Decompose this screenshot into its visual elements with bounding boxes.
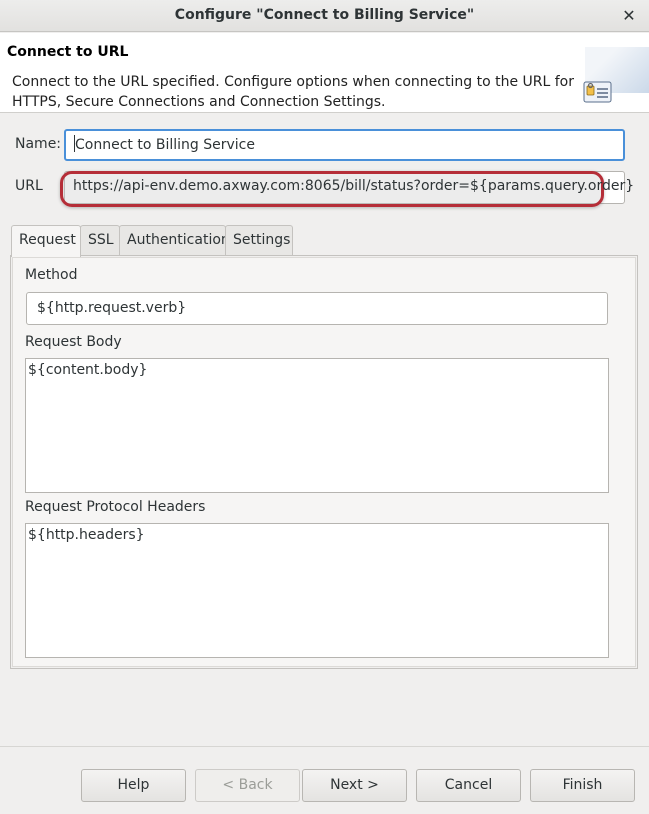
- page-description: Connect to the URL specified. Configure …: [12, 74, 574, 110]
- method-input[interactable]: ${http.request.verb}: [26, 292, 608, 325]
- request-body-textarea[interactable]: ${content.body}: [25, 358, 609, 493]
- wizard-header: Connect to URL Connect to the URL specif…: [0, 33, 649, 113]
- name-label: Name:: [15, 136, 62, 152]
- page-title: Connect to URL: [7, 44, 129, 60]
- filter-properties-icon: [583, 81, 612, 103]
- name-input[interactable]: Connect to Billing Service: [64, 129, 625, 161]
- tab-settings[interactable]: Settings: [225, 225, 293, 256]
- method-label: Method: [25, 267, 78, 283]
- next-button[interactable]: Next >: [302, 769, 407, 802]
- help-button[interactable]: Help: [81, 769, 186, 802]
- name-input-value: Connect to Billing Service: [75, 137, 255, 153]
- tab-request[interactable]: Request: [11, 225, 81, 257]
- title-bar: Configure "Connect to Billing Service" ✕: [0, 0, 649, 32]
- window-title: Configure "Connect to Billing Service": [174, 7, 475, 23]
- cancel-button[interactable]: Cancel: [416, 769, 521, 802]
- footer-separator: [0, 746, 649, 747]
- back-button[interactable]: < Back: [195, 769, 300, 802]
- tab-ssl[interactable]: SSL: [80, 225, 120, 256]
- request-headers-label: Request Protocol Headers: [25, 499, 206, 515]
- tab-authentication[interactable]: Authentication: [119, 225, 230, 256]
- request-headers-textarea[interactable]: ${http.headers}: [25, 523, 609, 658]
- url-input-value: https://api-env.demo.axway.com:8065/bill…: [73, 178, 635, 194]
- url-label: URL: [15, 178, 43, 194]
- close-icon[interactable]: ✕: [621, 6, 637, 26]
- request-body-label: Request Body: [25, 334, 122, 350]
- finish-button[interactable]: Finish: [530, 769, 635, 802]
